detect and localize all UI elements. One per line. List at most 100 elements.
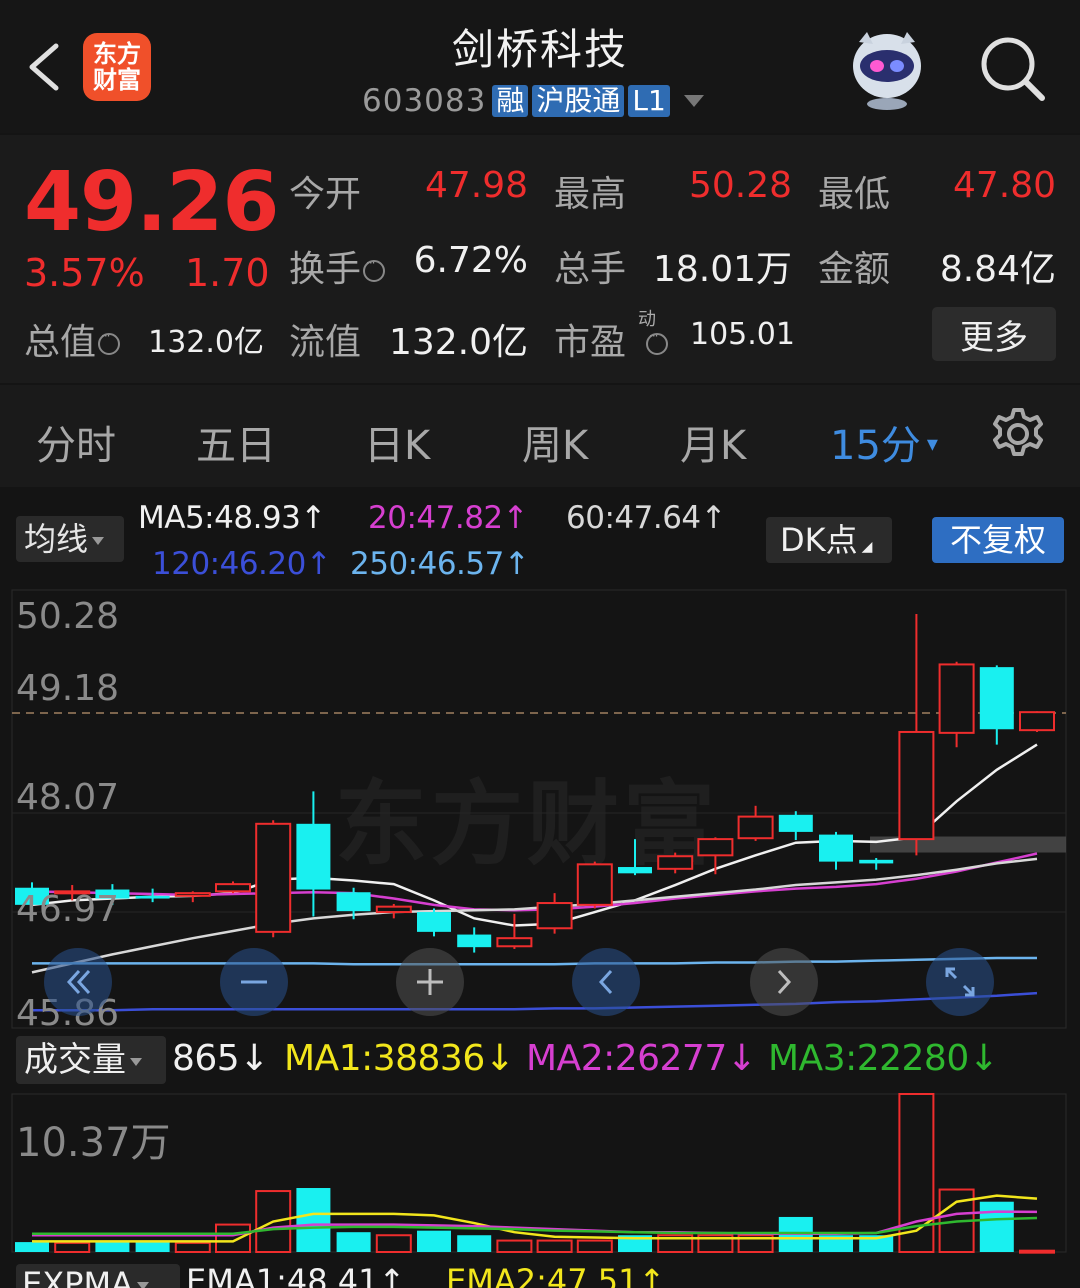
high-label: 最高: [554, 174, 627, 215]
volume-bar: [215, 1223, 251, 1254]
volume-axis-label: 10.37万: [16, 1120, 171, 1166]
volume-bar: [457, 1235, 492, 1252]
ma5-label: MA5:48.93↑: [138, 500, 326, 536]
more-button[interactable]: 更多: [932, 307, 1056, 361]
volume-bar: [135, 1241, 170, 1252]
last-price: 49.26: [24, 155, 279, 250]
top-bar: 东方 财富 剑桥科技 603083 融 沪股通 L1: [0, 0, 1080, 133]
candle-body: [417, 912, 451, 932]
candle-body: [979, 667, 1014, 730]
volume-bar: [979, 1201, 1014, 1252]
tag-level: L1: [628, 85, 670, 117]
volume-bar: [174, 1241, 211, 1254]
candle-body: [496, 937, 533, 948]
info-icon: [363, 256, 386, 282]
volume-bar: [417, 1230, 451, 1252]
amount-value: 8.84亿: [939, 249, 1056, 290]
volume-selector[interactable]: 成交量: [16, 1036, 166, 1084]
candle-body: [336, 892, 371, 912]
turnover-label[interactable]: 换手: [289, 240, 386, 292]
price-axis-label: 48.07: [16, 777, 120, 818]
ma250-label: 250:46.57↑: [350, 546, 530, 582]
candlestick-chart[interactable]: [0, 585, 1080, 1030]
gear-icon[interactable]: [990, 406, 1046, 462]
volume-bar: [95, 1242, 130, 1252]
volume-bar: [296, 1188, 331, 1252]
ma-line-ma5: [31, 743, 1038, 927]
candle-body: [457, 934, 492, 948]
chevron-down-icon: [136, 1282, 149, 1288]
fullscreen-icon[interactable]: [926, 948, 994, 1016]
tab-15min[interactable]: 15分 ▾: [830, 413, 938, 471]
dk-point-button[interactable]: DK点 ◢: [766, 517, 892, 563]
info-icon: [98, 329, 121, 355]
ema2-label: EMA2:47.51↑: [446, 1262, 666, 1288]
volume-label: 总手: [554, 249, 627, 290]
candle-body: [375, 905, 412, 914]
amount-label: 金额: [818, 249, 891, 290]
price-axis-label: 46.97: [16, 889, 120, 930]
ma-line-ma250: [32, 956, 1037, 966]
candle-body: [697, 838, 734, 857]
zoom-out-icon[interactable]: [220, 948, 288, 1016]
quote-panel: 49.26 3.57% 1.70 今开 47.98 最高 50.28 最低 47…: [0, 135, 1080, 383]
next-icon[interactable]: [750, 948, 818, 1016]
candle-body: [576, 863, 613, 906]
change-amount: 1.70: [185, 251, 270, 295]
robot-assistant-icon[interactable]: [843, 26, 929, 110]
candle-body: [255, 822, 292, 933]
tab-five-day[interactable]: 五日: [196, 413, 276, 471]
expma-selector[interactable]: EXPMA: [16, 1264, 180, 1288]
volume-bar: [576, 1239, 613, 1253]
stock-subline[interactable]: 603083 融 沪股通 L1: [362, 82, 704, 120]
tag-connect: 沪股通: [532, 85, 625, 117]
ma-line-ma60: [31, 857, 1038, 974]
tag-margin: 融: [492, 85, 529, 117]
ma-selector[interactable]: 均线: [16, 516, 124, 562]
candle-body: [859, 859, 894, 864]
candle-body: [819, 834, 853, 862]
mktcap-label[interactable]: 总值: [24, 313, 121, 365]
tab-daily-k[interactable]: 日K: [364, 413, 430, 471]
search-icon[interactable]: [978, 34, 1046, 102]
high-value: 50.28: [688, 165, 792, 206]
pe-value: 105.01: [690, 317, 795, 352]
change-percent: 3.57%: [24, 251, 145, 295]
candle-body: [778, 814, 813, 832]
chevron-down-icon: [130, 1057, 142, 1066]
volume-bar: [15, 1242, 49, 1252]
tab-monthly-k[interactable]: 月K: [680, 413, 746, 471]
open-value: 47.98: [424, 165, 528, 206]
rewind-icon[interactable]: [44, 948, 112, 1016]
candle-body: [296, 823, 331, 890]
info-icon: [646, 329, 669, 355]
float-value: 132.0亿: [388, 322, 528, 363]
volume-bar: [375, 1234, 412, 1253]
volume-bar: [496, 1239, 533, 1253]
turnover-value: 6.72%: [413, 240, 528, 281]
pe-dynamic-mark: 动: [638, 309, 656, 330]
stock-code: 603083: [362, 83, 487, 119]
candle-body: [657, 855, 694, 870]
volume-bar: [1019, 1249, 1055, 1254]
adjust-button[interactable]: 不复权: [932, 517, 1064, 563]
vol-ma1-label: MA1:38836↓: [284, 1038, 515, 1079]
zoom-in-icon[interactable]: [396, 948, 464, 1016]
period-tabs: 分时 五日 日K 周K 月K 15分 ▾: [0, 385, 1080, 487]
tab-weekly-k[interactable]: 周K: [522, 413, 588, 471]
volume-bar: [54, 1241, 91, 1254]
float-label: 流值: [289, 322, 362, 363]
price-axis-label: 50.28: [16, 596, 120, 637]
candle-body: [737, 815, 774, 840]
vol-ma3-label: MA3:22280↓: [768, 1038, 999, 1079]
vol-ma2-label: MA2:26277↓: [526, 1038, 757, 1079]
open-label: 今开: [289, 174, 362, 215]
price-axis-label: 49.18: [16, 668, 120, 709]
prev-icon[interactable]: [572, 948, 640, 1016]
candle-body: [215, 883, 251, 893]
candle-body: [135, 895, 170, 899]
vol-ma-line-ma3: [32, 1216, 1038, 1235]
ma120-label: 120:46.20↑: [152, 546, 332, 582]
candle-body: [618, 867, 652, 874]
tab-intraday[interactable]: 分时: [36, 413, 116, 471]
